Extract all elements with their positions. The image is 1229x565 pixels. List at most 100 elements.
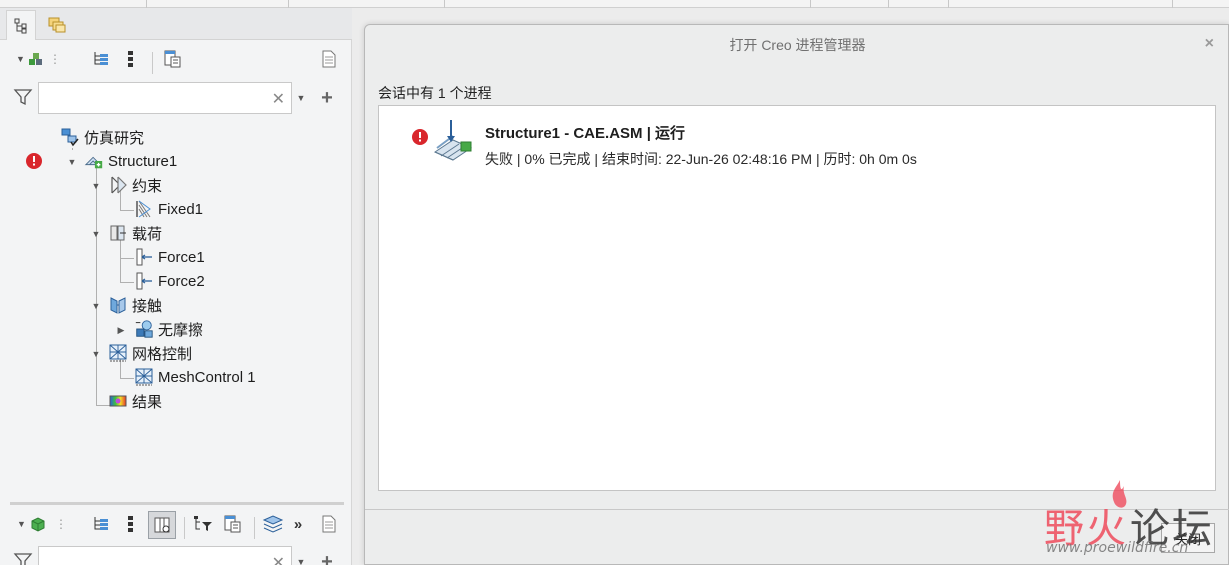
tree-connector (120, 210, 134, 211)
session-process-count: 会话中有 1 个进程 (378, 85, 492, 101)
process-list-item[interactable]: Structure1 - CAE.ASM | 运行 失败 | 0% 已完成 | … (409, 116, 1189, 176)
loads-icon (108, 223, 128, 243)
tree-node-constraints[interactable]: 约束 (108, 174, 162, 196)
header-separator (888, 0, 889, 8)
notes-button[interactable] (318, 48, 340, 70)
top-header-strip (0, 0, 1229, 8)
tree-columns-icon (164, 50, 181, 68)
bottom-collapse-tree-button[interactable] (120, 513, 142, 535)
expand-toggle[interactable]: ▼ (91, 301, 101, 311)
tree-node-label: 仿真研究 (84, 129, 145, 147)
process-detail: 失败 | 0% 已完成 | 结束时间: 22-Jun-26 02:48:16 P… (485, 151, 917, 167)
document-icon (322, 50, 336, 68)
tab-model-tree[interactable] (6, 10, 36, 40)
display-dropdown[interactable]: ▼ (14, 48, 46, 70)
chevron-down-icon: ▼ (296, 93, 306, 103)
tree-filter-button[interactable] (192, 513, 214, 535)
panel-splitter[interactable] (10, 502, 344, 505)
bottom-search-options-dropdown[interactable]: ▼ (292, 551, 310, 565)
tree-node-frictionless[interactable]: 无摩擦 (134, 318, 203, 340)
dialog-footer-divider (365, 509, 1229, 510)
close-icon[interactable]: × (1205, 35, 1214, 53)
tree-node-mesh-control-1[interactable]: MeshControl 1 (134, 366, 256, 388)
search-options-dropdown[interactable]: ▼ (292, 87, 310, 109)
mesh-control-icon (134, 367, 154, 387)
tree-connector (120, 378, 134, 379)
bottom-expand-tree-button[interactable] (90, 513, 112, 535)
expand-toggle[interactable]: ▼ (91, 181, 101, 191)
tree-node-label: 接触 (132, 297, 163, 315)
show-columns-toggle[interactable] (148, 511, 176, 539)
toolbar-separator (254, 517, 255, 539)
tree-node-results[interactable]: 结果 (108, 390, 162, 412)
tree-search-box: ✕ (38, 82, 292, 114)
simulation-study-icon (60, 127, 80, 147)
tree-node-label: Fixed1 (158, 200, 204, 218)
tree-node-label: Force1 (158, 248, 205, 266)
bottom-filter-button[interactable] (12, 550, 34, 565)
expand-toggle[interactable]: ▼ (67, 157, 77, 167)
expand-toggle-collapsed[interactable]: ▶ (116, 325, 126, 335)
expand-toggle[interactable]: ▼ (91, 229, 101, 239)
toolbar-separator (184, 517, 185, 539)
layers-button[interactable] (262, 513, 284, 535)
process-list: Structure1 - CAE.ASM | 运行 失败 | 0% 已完成 | … (378, 105, 1216, 491)
structure-analysis-icon (84, 151, 104, 171)
tree-connector (120, 282, 134, 283)
expand-tree-button[interactable] (90, 48, 112, 70)
tree-node-label: Structure1 (108, 152, 178, 170)
bottom-search-input[interactable] (39, 547, 259, 565)
toolbar-grip: ⋮ (49, 48, 61, 70)
tree-node-force2[interactable]: Force2 (134, 270, 205, 292)
tree-node-fixed1[interactable]: Fixed1 (134, 198, 203, 220)
table-columns-icon (154, 517, 170, 533)
tree-settings-button[interactable] (162, 48, 184, 70)
tree-search-input[interactable] (39, 83, 259, 113)
mesh-control-icon (108, 343, 128, 363)
tree-connector (120, 258, 134, 259)
tree-node-label: 网格控制 (132, 345, 193, 363)
bottom-add-item-button[interactable]: + (316, 551, 338, 565)
filter-icon (13, 553, 33, 565)
header-separator (444, 0, 445, 8)
clear-search-icon[interactable]: ✕ (272, 89, 285, 109)
tree-node-force1[interactable]: Force1 (134, 246, 205, 268)
tree-node-structure1[interactable]: Structure1 (84, 150, 177, 172)
add-item-button[interactable]: + (316, 87, 338, 109)
collapse-tree-button[interactable] (120, 48, 142, 70)
toolbar-grip: ⋮ (55, 513, 67, 535)
grip-dots-icon: ⋮ (49, 52, 61, 66)
results-icon (108, 391, 128, 411)
tree-node-simulation-study-root[interactable]: 仿真研究 (60, 126, 144, 148)
close-button[interactable]: 关闭 (1161, 523, 1215, 553)
filter-button[interactable] (12, 86, 34, 108)
tab-layers[interactable] (42, 10, 72, 40)
tree-node-label: MeshControl 1 (158, 368, 256, 386)
tree-node-label: Force2 (158, 272, 205, 290)
tree-node-mesh-control[interactable]: 网格控制 (108, 342, 192, 364)
tree-node-label: 无摩擦 (158, 321, 204, 339)
tree-connector (72, 148, 73, 150)
header-separator (146, 0, 147, 8)
header-separator (810, 0, 811, 8)
bottom-tree-settings-button[interactable] (222, 513, 244, 535)
tree-node-loads[interactable]: 载荷 (108, 222, 162, 244)
chevron-down-icon: ▼ (17, 519, 26, 529)
bottom-display-dropdown[interactable]: ▼ (14, 513, 50, 535)
constraint-icon (108, 175, 128, 195)
tree-node-contacts[interactable]: 接触 (108, 294, 162, 316)
clear-search-icon[interactable]: ✕ (272, 553, 285, 565)
tree-columns-icon (224, 515, 241, 533)
more-tools-button[interactable]: » (290, 513, 306, 535)
model-tree-icon (14, 18, 27, 33)
model-tree-panel: ▼ ⋮ ✕ ▼ + 仿真研究 ▼ Structure1 ▼ 约束 Fixed1 … (0, 8, 352, 565)
double-chevron-right-icon: » (293, 515, 303, 533)
error-status-icon (24, 151, 44, 171)
chevron-down-icon: ▼ (16, 54, 25, 64)
header-separator (288, 0, 289, 8)
bottom-tree-toolbar: ▼ ⋮ » (0, 511, 352, 543)
dialog-title: 打开 Creo 进程管理器 (729, 37, 866, 53)
expand-toggle[interactable]: ▼ (91, 349, 101, 359)
bottom-notes-button[interactable] (318, 513, 340, 535)
folder-stack-icon (48, 17, 66, 33)
